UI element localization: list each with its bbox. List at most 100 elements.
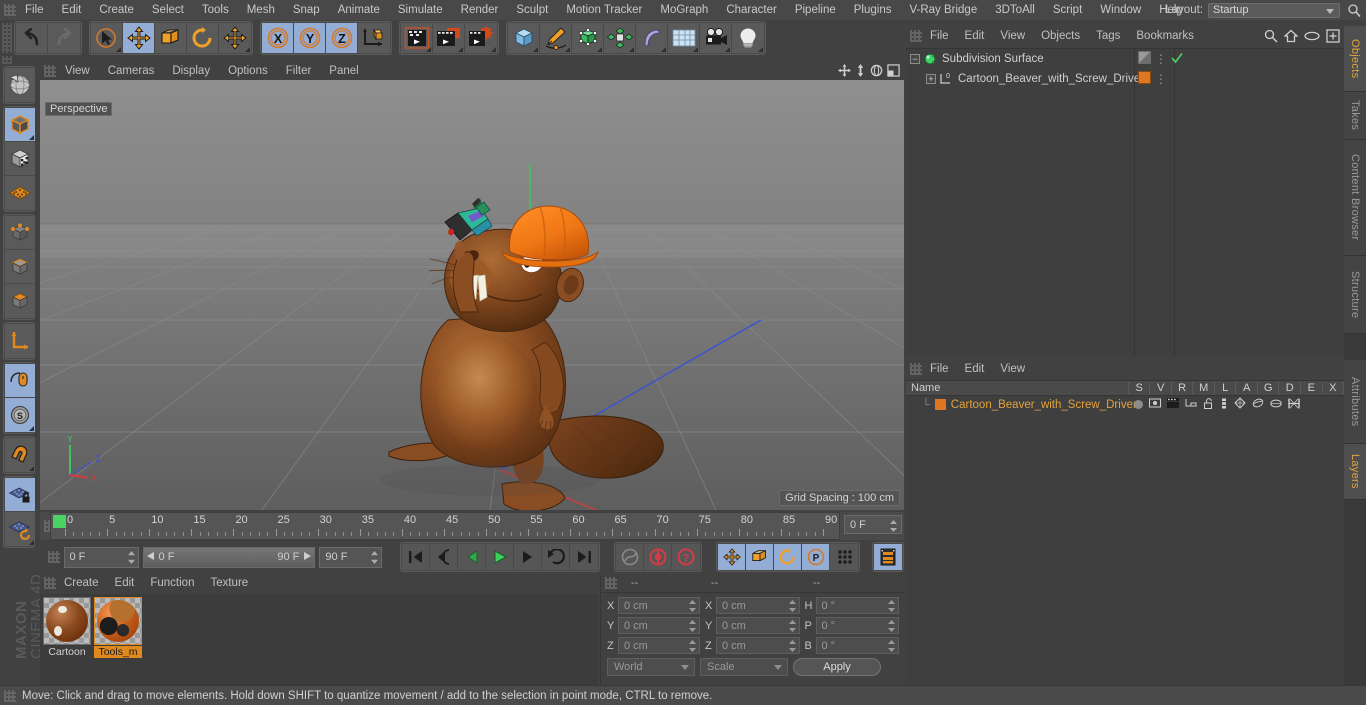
live-selection-button[interactable] — [91, 23, 123, 53]
left-toolbar-grip[interactable] — [2, 56, 12, 64]
status-grip[interactable] — [4, 689, 16, 702]
object-axis-button[interactable] — [5, 324, 35, 358]
subdivision-surface-icon[interactable] — [923, 52, 937, 66]
camera-button[interactable] — [700, 23, 732, 53]
animation-icon[interactable] — [1220, 398, 1228, 412]
coord-position-field[interactable]: 0 cm — [618, 597, 700, 614]
object-manager-grip[interactable] — [910, 30, 922, 42]
coord-rotation-field[interactable]: 0 ° — [815, 617, 899, 634]
model-mode-button[interactable] — [5, 108, 35, 142]
layer-column-v[interactable]: V — [1150, 382, 1172, 394]
layer-color-swatch[interactable] — [934, 399, 946, 410]
coord-position-field[interactable]: 0 cm — [618, 637, 700, 654]
go-to-previous-frame-button[interactable] — [458, 544, 486, 570]
menu-item-script[interactable]: Script — [1044, 0, 1091, 20]
generator-icon[interactable] — [1234, 397, 1246, 412]
orbit-icon[interactable] — [870, 64, 883, 80]
texture-axis-button[interactable] — [5, 68, 35, 102]
deformer-icon[interactable] — [1252, 397, 1264, 412]
stepper-icon[interactable] — [890, 520, 897, 535]
timeline-ruler[interactable]: 0 5 10 15 20 25 30 35 40 45 50 55 60 65 70 75 80 85 90 — [50, 512, 840, 540]
layer-row[interactable]: └ Cartoon_Beaver_with_Screw_Driver — [906, 396, 1344, 413]
layer-column-a[interactable]: A — [1236, 382, 1258, 394]
side-tab-structure[interactable]: Structure — [1344, 256, 1366, 334]
zoom-icon[interactable] — [855, 64, 866, 80]
menu-item-file[interactable]: File — [16, 0, 53, 20]
range-right-arrow-icon[interactable] — [303, 551, 312, 563]
axis-x-button[interactable]: X — [262, 23, 294, 53]
move-alt-button[interactable] — [219, 23, 251, 53]
solo-dot-icon[interactable] — [1134, 400, 1143, 409]
object-tree[interactable]: − Subdivision Surface ⋮ +0 Cartoon_Beaver_wi… — [906, 48, 1344, 357]
go-to-next-key-button[interactable] — [542, 544, 570, 570]
side-tab-attributes[interactable]: Attributes — [1344, 360, 1366, 444]
viewport-grip[interactable] — [44, 65, 56, 77]
side-tab-objects[interactable]: Objects — [1344, 26, 1366, 92]
edges-mode-button[interactable] — [5, 250, 35, 284]
layer-column-name[interactable]: Name — [906, 382, 1129, 394]
expression-icon[interactable] — [1270, 399, 1282, 411]
magnet-button[interactable] — [5, 438, 35, 472]
go-to-previous-key-button[interactable] — [430, 544, 458, 570]
layer-column-r[interactable]: R — [1172, 382, 1194, 394]
coordinates-grip[interactable] — [605, 577, 617, 589]
display-tag-icon[interactable] — [1138, 51, 1151, 67]
end-frame-field[interactable]: 90 F — [319, 546, 382, 568]
dots-icon[interactable]: ⋮ — [1155, 53, 1167, 65]
record-position-button[interactable] — [718, 544, 746, 570]
lock-open-icon[interactable] — [1203, 397, 1214, 412]
object-row[interactable]: − Subdivision Surface ⋮ — [906, 49, 1344, 69]
search-icon[interactable] — [1347, 3, 1362, 18]
keyframe-selection-button[interactable]: ? — [672, 544, 700, 570]
render-icon[interactable] — [1167, 398, 1179, 411]
apply-button[interactable]: Apply — [793, 658, 881, 676]
viewport-menu-display[interactable]: Display — [163, 62, 219, 80]
render-view-button[interactable] — [401, 23, 433, 53]
material-thumbnail[interactable] — [94, 597, 142, 645]
transport-grip[interactable] — [48, 551, 60, 563]
preview-range-bar[interactable]: 0 F 90 F — [142, 546, 316, 568]
object-menu-tags[interactable]: Tags — [1088, 26, 1128, 46]
object-row[interactable]: +0 Cartoon_Beaver_with_Screw_Driver ⋮ — [906, 69, 1344, 89]
environment-button[interactable] — [668, 23, 700, 53]
menu-item-snap[interactable]: Snap — [284, 0, 329, 20]
soft-selection-button[interactable]: S — [5, 398, 35, 432]
record-rotation-button[interactable] — [774, 544, 802, 570]
xref-icon[interactable] — [1288, 398, 1300, 412]
menu-item-motion-tracker[interactable]: Motion Tracker — [557, 0, 651, 20]
menu-item-render[interactable]: Render — [452, 0, 508, 20]
material-menu-create[interactable]: Create — [56, 574, 107, 592]
coord-size-field[interactable]: 0 cm — [716, 617, 800, 634]
menu-item-window[interactable]: Window — [1091, 0, 1150, 20]
layer-column-g[interactable]: G — [1258, 382, 1280, 394]
render-settings-button[interactable] — [465, 23, 497, 53]
workplane-lock-button[interactable] — [5, 478, 35, 512]
viewport-3d-canvas[interactable]: Perspective Grid Spacing : 100 cm Y Z X — [40, 80, 904, 510]
pan-icon[interactable] — [838, 64, 851, 80]
material-list[interactable]: Cartoon Tools_m — [40, 594, 598, 685]
move-tool-button[interactable] — [123, 23, 155, 53]
menu-item-create[interactable]: Create — [90, 0, 143, 20]
menu-item-3dtoall[interactable]: 3DToAll — [986, 0, 1044, 20]
go-to-next-frame-button[interactable] — [514, 544, 542, 570]
play-button[interactable] — [486, 544, 514, 570]
menu-item-mograph[interactable]: MoGraph — [651, 0, 717, 20]
stepper-icon[interactable] — [127, 550, 135, 565]
menu-item-mesh[interactable]: Mesh — [238, 0, 284, 20]
point-level-animation-button[interactable] — [830, 544, 858, 570]
mograph-button[interactable] — [604, 23, 636, 53]
layer-menu-file[interactable]: File — [922, 360, 957, 378]
layer-column-s[interactable]: S — [1129, 382, 1151, 394]
new-window-icon[interactable] — [1326, 29, 1340, 46]
material-menu-edit[interactable]: Edit — [107, 574, 143, 592]
go-to-start-button[interactable] — [402, 544, 430, 570]
material-menu-texture[interactable]: Texture — [202, 574, 256, 592]
axis-y-button[interactable]: Y — [294, 23, 326, 53]
null-object-icon[interactable]: 0 — [939, 72, 953, 86]
start-frame-field[interactable]: 0 F — [63, 546, 139, 568]
layout-dropdown[interactable]: Startup — [1208, 2, 1340, 18]
material-item[interactable]: Cartoon — [43, 597, 91, 682]
expand-toggle[interactable]: + — [926, 74, 936, 84]
maximize-icon[interactable] — [887, 64, 900, 80]
record-scale-button[interactable] — [746, 544, 774, 570]
